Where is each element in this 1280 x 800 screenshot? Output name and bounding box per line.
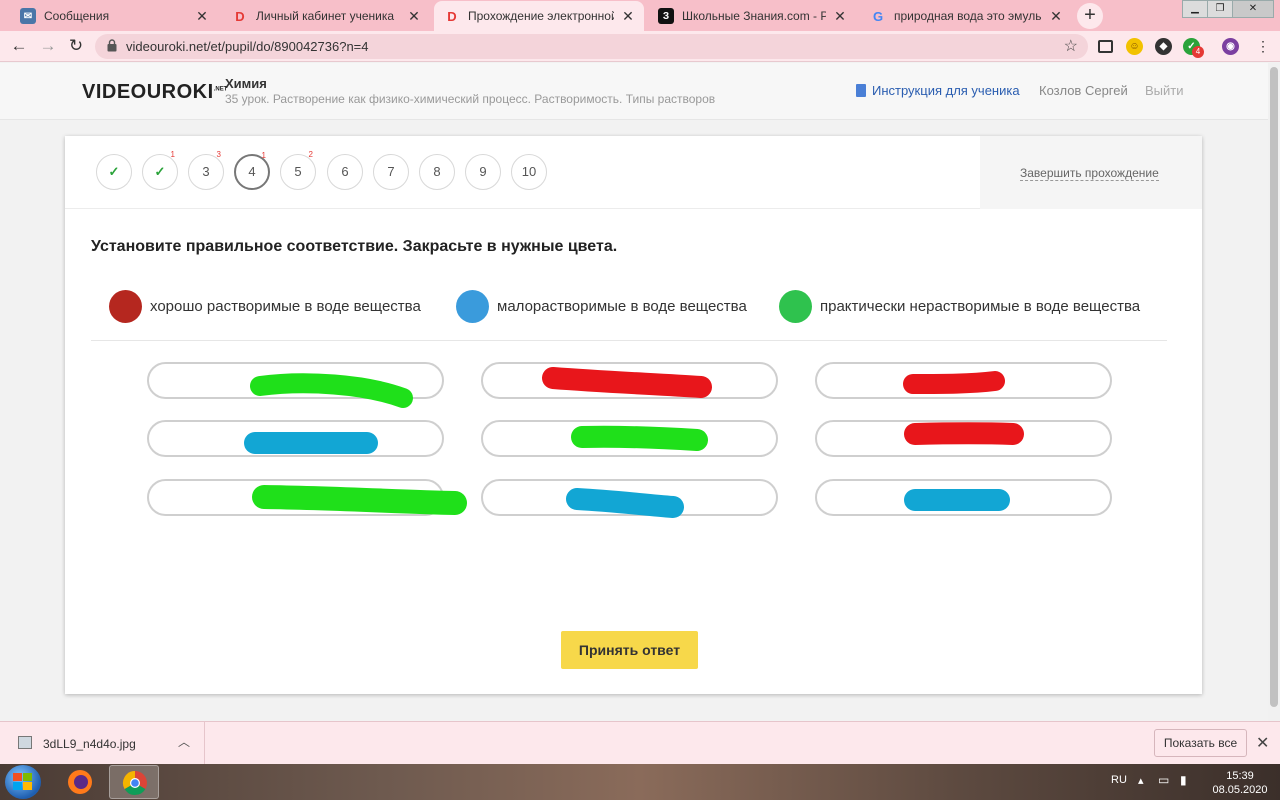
cast-icon[interactable] [1098,40,1113,53]
instructions-label: Инструкция для ученика [872,83,1020,98]
address-bar[interactable]: videouroki.net/et/pupil/do/890042736?n=4… [95,34,1088,59]
tab-close-icon[interactable]: ✕ [1048,8,1064,25]
videouroki-icon: D [447,8,457,24]
start-button[interactable] [5,765,41,799]
paint-stroke [542,367,712,398]
network-icon[interactable]: ▮ [1180,773,1187,800]
close-download-bar-icon[interactable]: ✕ [1256,733,1269,753]
vk-icon: ✉ [20,8,36,24]
reload-icon[interactable]: ↻ [65,35,87,57]
cube-extension-icon[interactable]: ◆ [1155,38,1172,55]
windows-taskbar: RU ▴ ▭ ▮ 15:39 08.05.2020 [0,764,1280,800]
browser-tab-strip: ✉ Сообщения ✕ D Личный кабинет ученика ✕… [0,0,1280,31]
paint-stroke [571,425,708,451]
menu-dots-icon[interactable]: ⋮ [1252,35,1274,57]
tab-title: Сообщения [44,9,110,23]
scrollbar-thumb[interactable] [1270,67,1278,707]
window-close-icon[interactable]: ✕ [1232,0,1274,18]
chevron-up-icon[interactable]: ︿ [178,733,190,750]
system-clock[interactable]: 15:39 08.05.2020 [1205,769,1275,797]
show-hidden-icons[interactable]: ▴ [1138,774,1144,800]
action-center-icon[interactable]: ▭ [1158,773,1169,800]
tab-notebook[interactable]: D Прохождение электронной тет ✕ [434,1,644,31]
tab-title: Школьные Знания.com - Решае [682,9,826,23]
google-icon: G [872,8,884,24]
logo-text: VIDEOUROKI [82,81,214,103]
download-bar: 3dLL9_n4d4o.jpg ︿ Показать все ✕ [0,721,1280,764]
task-card: ✓ ✓ 1 33 41 52 6 7 8 9 10 Завершить прохо… [65,136,1202,694]
lock-icon [107,39,117,52]
tab-close-icon[interactable]: ✕ [194,8,210,25]
profile-avatar-icon[interactable]: ◉ [1222,38,1239,55]
clock-time: 15:39 [1226,770,1254,782]
submit-answer-button[interactable]: Принять ответ [561,631,698,669]
minimize-icon[interactable]: ▁ [1182,0,1208,18]
tab-znanija[interactable]: З Школьные Знания.com - Решае ✕ [648,1,856,31]
chrome-icon [122,771,147,796]
new-tab-button[interactable]: + [1077,3,1103,29]
document-icon [856,84,866,97]
forward-icon[interactable]: → [37,35,59,57]
window-controls: ▁ ❐ ✕ [1182,0,1274,18]
lesson-title: 35 урок. Растворение как физико-химическ… [225,92,716,106]
emoji-extension-icon[interactable]: ☺ [1126,38,1143,55]
windows-logo-icon [13,773,32,790]
url-text: videouroki.net/et/pupil/do/890042736?n=4 [126,39,369,54]
tab-messages[interactable]: ✉ Сообщения ✕ [10,1,218,31]
image-file-icon [18,736,32,749]
paint-scribbles [244,367,1024,518]
videouroki-logo[interactable]: VIDEOUROKI.NET [82,81,227,104]
tab-close-icon[interactable]: ✕ [406,8,422,25]
user-name[interactable]: Козлов Сергей [1039,83,1128,98]
instructions-link[interactable]: Инструкция для ученика [856,83,1020,98]
znanija-icon: З [658,8,674,24]
download-filename: 3dLL9_n4d4o.jpg [43,737,136,751]
tab-close-icon[interactable]: ✕ [832,8,848,25]
language-indicator[interactable]: RU [1111,774,1127,800]
page-scrollbar[interactable] [1268,63,1280,721]
browser-toolbar: ← → ↻ videouroki.net/et/pupil/do/8900427… [0,31,1280,62]
tab-title: Прохождение электронной тет [468,9,614,23]
tab-title: Личный кабинет ученика [256,9,395,23]
taskbar-firefox[interactable] [55,765,105,799]
tab-student-cabinet[interactable]: D Личный кабинет ученика ✕ [222,1,430,31]
paint-stroke [903,371,1005,394]
download-item[interactable]: 3dLL9_n4d4o.jpg ︿ [0,722,205,764]
firefox-icon [68,770,92,794]
paint-stroke [904,422,1024,445]
back-icon[interactable]: ← [8,35,30,57]
site-header: VIDEOUROKI.NET Химия 35 урок. Растворени… [0,63,1268,120]
subject-title: Химия [225,76,267,91]
logout-link[interactable]: Выйти [1145,83,1184,98]
paint-stroke [252,485,467,515]
extension-badge: 4 [1192,46,1204,58]
tab-title: природная вода это эмульсия - [894,9,1042,23]
videouroki-icon: D [235,8,245,24]
tab-close-icon[interactable]: ✕ [620,8,636,25]
restore-icon[interactable]: ❐ [1207,0,1233,18]
taskbar-chrome[interactable] [109,765,159,799]
show-all-button[interactable]: Показать все [1154,729,1247,757]
paint-stroke [250,373,413,408]
bookmark-star-icon[interactable]: ☆ [1064,36,1078,56]
tab-google-search[interactable]: G природная вода это эмульсия - ✕ [860,1,1072,31]
clock-date: 08.05.2020 [1212,784,1268,796]
paint-stroke [566,488,684,518]
